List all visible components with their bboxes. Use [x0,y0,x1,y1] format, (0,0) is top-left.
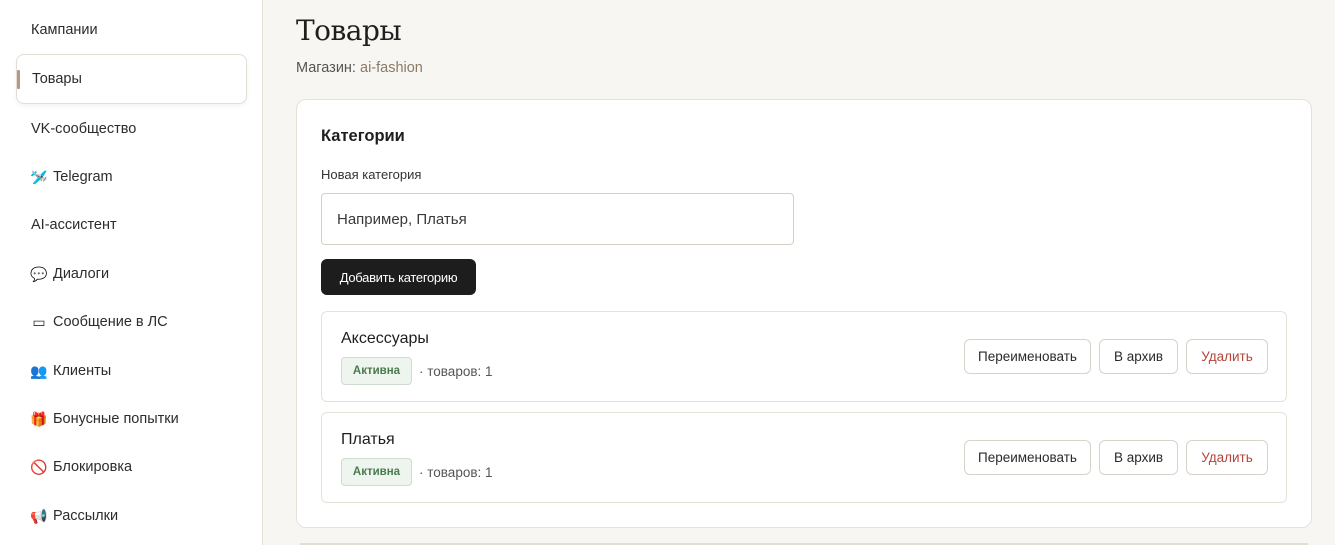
store-label: Магазин: [296,60,356,76]
delete-button[interactable]: Удалить [1186,440,1268,475]
sidebar-item-direct-message[interactable]: ▭ Сообщение в ЛС [16,297,247,347]
new-category-label: Новая категория [321,167,422,182]
sidebar-item-campaigns[interactable]: Кампании [16,5,247,55]
category-name: Платья [341,431,395,448]
product-count: · товаров: 1 [419,364,493,379]
sidebar-item-label: Сообщение в ЛС [53,314,168,330]
megaphone-icon: 📢 [30,507,48,524]
sidebar-item-label: AI-ассистент [31,217,117,233]
sidebar-item-label: Диалоги [53,266,110,282]
category-item: Аксессуары Активна · товаров: 1 Переимен… [321,311,1287,402]
sidebar-item-ai-assistant[interactable]: AI-ассистент [16,200,247,250]
speech-bubble-icon: 💬 [30,265,48,282]
sidebar-item-label: Блокировка [53,459,133,475]
sidebar-item-bonus-attempts[interactable]: 🎁 Бонусные попытки [16,394,247,444]
sidebar: Кампании Товары VK-сообщество 🛩️ Telegra… [0,0,263,545]
store-info: Магазин: ai-fashion [296,60,423,76]
rename-button[interactable]: Переименовать [964,440,1091,475]
sidebar-item-label: Товары [32,71,82,87]
page-title: Товары [296,14,402,47]
sidebar-item-label: Клиенты [53,363,112,379]
envelope-icon: ▭ [32,313,46,330]
gift-icon: 🎁 [30,410,48,427]
archive-button[interactable]: В архив [1099,339,1178,374]
store-name: ai-fashion [360,60,423,76]
add-category-button[interactable]: Добавить категорию [321,259,476,295]
sidebar-item-clients[interactable]: 👥 Клиенты [16,346,247,396]
category-name: Аксессуары [341,330,429,347]
product-count: · товаров: 1 [419,465,493,480]
archive-button[interactable]: В архив [1099,440,1178,475]
sidebar-item-label: Кампании [31,22,98,38]
block-icon: 🚫 [30,458,48,475]
new-category-input[interactable] [321,193,794,245]
sidebar-item-blocking[interactable]: 🚫 Блокировка [16,442,247,492]
sidebar-item-products[interactable]: Товары [16,54,247,104]
sidebar-item-dialogs[interactable]: 💬 Диалоги [16,249,247,299]
sidebar-item-telegram[interactable]: 🛩️ Telegram [16,152,247,202]
sidebar-item-mailings[interactable]: 📢 Рассылки [16,491,247,541]
sidebar-item-label: Рассылки [53,508,119,524]
plane-icon: 🛩️ [30,168,48,185]
status-badge: Активна [341,357,412,385]
category-item: Платья Активна · товаров: 1 Переименоват… [321,412,1287,503]
sidebar-item-vk-community[interactable]: VK-сообщество [16,104,247,154]
card-title: Категории [321,127,405,145]
categories-card: Категории Новая категория Добавить катег… [296,99,1312,528]
delete-button[interactable]: Удалить [1186,339,1268,374]
rename-button[interactable]: Переименовать [964,339,1091,374]
sidebar-item-label: VK-сообщество [31,121,137,137]
sidebar-item-label: Telegram [53,169,113,185]
status-badge: Активна [341,458,412,486]
sidebar-item-label: Бонусные попытки [53,411,179,427]
people-icon: 👥 [30,362,48,379]
